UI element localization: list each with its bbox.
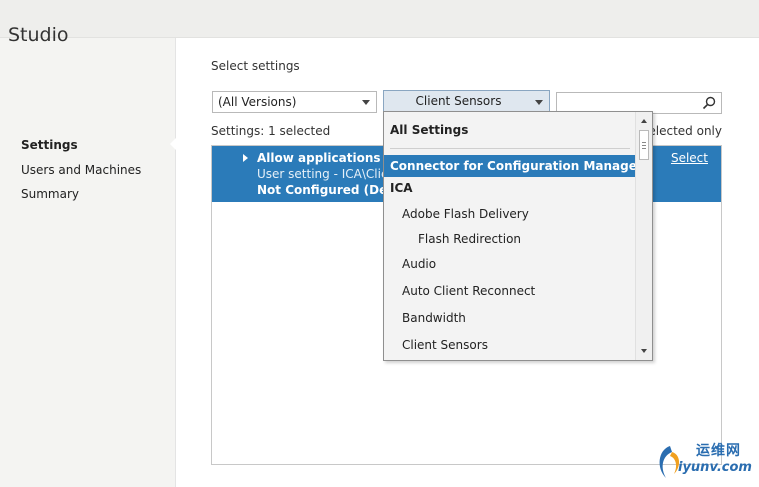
sidebar-item-users-and-machines[interactable]: Users and Machines — [21, 163, 141, 177]
dropdown-scrollbar[interactable] — [635, 112, 652, 360]
sidebar — [0, 38, 175, 487]
grip-line — [642, 145, 646, 146]
sidebar-item-settings[interactable]: Settings — [21, 138, 78, 152]
settings-count-label: Settings: — [211, 124, 265, 138]
dropdown-item-adobe-flash-delivery[interactable]: Adobe Flash Delivery — [384, 203, 636, 225]
search-icon[interactable] — [702, 96, 716, 110]
dropdown-item-flash-redirection[interactable]: Flash Redirection — [384, 228, 636, 250]
dropdown-item-auto-client-reconnect[interactable]: Auto Client Reconnect — [384, 280, 636, 302]
category-filter-value: Client Sensors — [415, 94, 502, 108]
active-step-pointer — [170, 138, 176, 150]
version-filter-value: (All Versions) — [218, 95, 297, 109]
dropdown-item-bandwidth[interactable]: Bandwidth — [384, 307, 636, 329]
scroll-down-icon[interactable] — [641, 349, 647, 353]
chevron-down-icon — [362, 100, 370, 105]
watermark-url-text: iyunv.com — [678, 460, 752, 475]
site-watermark: 运维网 iyunv.com — [652, 438, 756, 484]
dropdown-item-client-sensors[interactable]: Client Sensors — [384, 334, 636, 356]
expand-arrow-icon[interactable] — [243, 154, 248, 162]
dropdown-separator — [390, 148, 630, 149]
dropdown-item-all-settings[interactable]: All Settings — [384, 119, 636, 141]
scroll-up-icon[interactable] — [641, 119, 647, 123]
show-selected-only-link[interactable]: selected only — [642, 124, 722, 138]
sidebar-item-summary[interactable]: Summary — [21, 187, 79, 201]
window-top-bar — [0, 0, 759, 38]
category-dropdown-menu: All Settings Connector for Configuration… — [383, 111, 653, 361]
chevron-down-icon — [535, 100, 543, 105]
app-title: Studio — [8, 24, 69, 46]
section-label: Select settings — [211, 59, 300, 73]
grip-line — [642, 142, 646, 143]
dropdown-item-audio[interactable]: Audio — [384, 253, 636, 275]
version-filter-select[interactable]: (All Versions) — [212, 91, 377, 113]
dropdown-item-connector[interactable]: Connector for Configuration Manager 2012 — [384, 155, 636, 177]
grip-line — [642, 148, 646, 149]
dropdown-item-ica[interactable]: ICA — [384, 177, 636, 199]
watermark-cn-text: 运维网 — [696, 443, 741, 459]
scrollbar-thumb[interactable] — [639, 130, 649, 160]
select-setting-link[interactable]: Select — [671, 151, 708, 165]
settings-count-value: 1 selected — [268, 124, 331, 138]
setting-scope: User setting - ICA\Client — [257, 167, 401, 181]
settings-count: Settings: 1 selected — [211, 124, 330, 138]
